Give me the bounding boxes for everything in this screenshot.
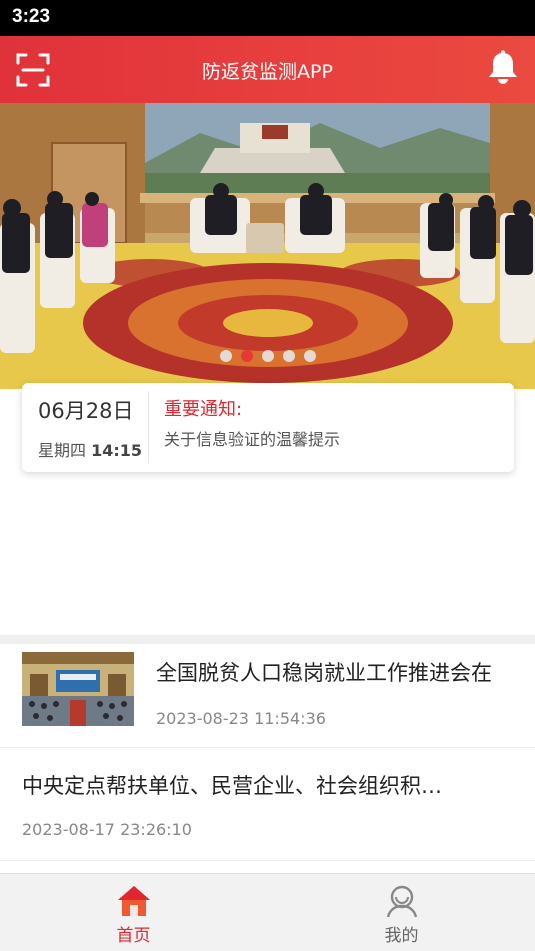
user-icon	[386, 885, 417, 918]
notice-card[interactable]: 06月28日 星期四 14:15 重要通知: 关于信息验证的温馨提示	[22, 383, 514, 472]
tab-mine-label: 我的	[384, 926, 419, 946]
notice-divider	[148, 391, 149, 463]
news-item[interactable]: 全国脱贫人口稳岗就业工作推进会在 2023-08-23 11:54:36	[0, 644, 535, 748]
home-icon	[117, 886, 150, 916]
carousel-dots	[0, 350, 535, 362]
notification-button[interactable]	[487, 50, 519, 86]
status-time: 3:23	[12, 6, 51, 27]
app-title: 防返贫监测APP	[202, 61, 333, 83]
notice-weekday-time: 星期四 14:15	[38, 437, 142, 461]
carousel-dot[interactable]	[219, 350, 232, 362]
notice-date: 06月28日	[38, 399, 134, 423]
banner-carousel[interactable]	[0, 103, 535, 389]
notice-title: 重要通知:	[164, 399, 243, 420]
notice-time: 14:15	[91, 441, 143, 460]
app-screen: 3:23 防返贫监测APP 06月28日 星期四 14:15 重要通知: 关于信…	[0, 0, 535, 951]
news-title: 全国脱贫人口稳岗就业工作推进会在	[156, 661, 492, 685]
news-date: 2023-08-23 11:54:36	[156, 709, 326, 728]
status-bar: 3:23	[0, 0, 535, 36]
tab-home[interactable]: 首页	[0, 874, 267, 951]
section-divider	[0, 635, 535, 644]
carousel-dot[interactable]	[282, 350, 295, 362]
carousel-dot[interactable]	[303, 350, 316, 362]
tab-mine[interactable]: 我的	[268, 874, 535, 951]
tab-home-label: 首页	[116, 926, 151, 946]
news-date: 2023-08-17 23:26:10	[22, 820, 192, 839]
news-thumbnail	[22, 652, 134, 726]
bottom-tab-bar: 首页 我的	[0, 873, 535, 951]
notice-weekday: 星期四	[38, 441, 87, 460]
news-item[interactable]: 中央定点帮扶单位、民营企业、社会组织积… 2023-08-17 23:26:10	[0, 749, 535, 861]
notice-text[interactable]: 关于信息验证的温馨提示	[164, 426, 340, 450]
bell-icon	[489, 50, 517, 84]
news-title: 中央定点帮扶单位、民营企业、社会组织积…	[22, 774, 442, 798]
carousel-dot-active[interactable]	[240, 350, 253, 362]
banner-photo	[0, 103, 535, 389]
carousel-dot[interactable]	[261, 350, 274, 362]
app-header: 防返贫监测APP	[0, 36, 535, 103]
